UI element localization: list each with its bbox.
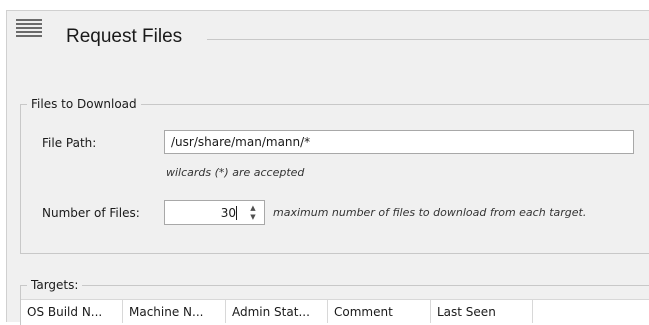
column-admin-status[interactable]: Admin Stat... (226, 300, 328, 323)
number-of-files-stepper[interactable]: 30 ▲ ▼ (164, 200, 265, 225)
top-strip (0, 0, 649, 6)
number-of-files-hint: maximum number of files to download from… (273, 206, 587, 219)
page-title: Request Files (66, 26, 183, 47)
number-of-files-label: Number of Files: (42, 206, 140, 220)
column-os-build[interactable]: OS Build N... (21, 300, 123, 323)
column-last-seen[interactable]: Last Seen (431, 300, 533, 323)
file-path-label: File Path: (42, 136, 97, 150)
spin-down-icon[interactable]: ▼ (248, 213, 258, 221)
spin-up-icon[interactable]: ▲ (248, 204, 258, 212)
files-to-download-group: Files to Download (20, 96, 649, 254)
file-path-hint: wilcards (*) are accepted (166, 166, 305, 179)
header-divider (207, 39, 649, 40)
column-comment[interactable]: Comment (328, 300, 431, 323)
files-to-download-legend: Files to Download (27, 96, 141, 112)
file-path-input[interactable]: /usr/share/man/mann/* (164, 130, 634, 154)
number-of-files-value: 30 (220, 206, 236, 220)
text-caret (236, 206, 237, 220)
menu-lines-icon (16, 19, 42, 40)
targets-table-header: OS Build N... Machine N... Admin Stat...… (21, 299, 649, 323)
column-machine-name[interactable]: Machine N... (123, 300, 226, 323)
targets-legend: Targets: (27, 277, 83, 293)
